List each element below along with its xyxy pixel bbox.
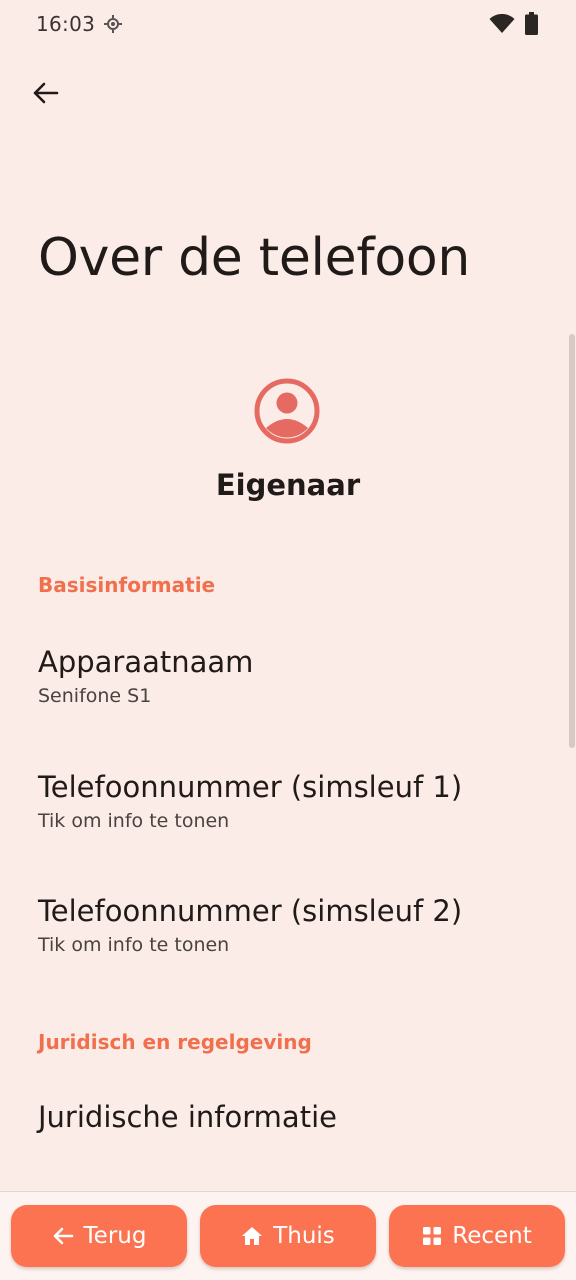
location-icon: [104, 15, 122, 33]
item-subtitle: Senifone S1: [38, 685, 152, 707]
item-subtitle: Tik om info te tonen: [38, 934, 230, 956]
item-title: Telefoonnummer (simsleuf 1): [38, 770, 463, 804]
nav-home-label: Thuis: [273, 1223, 335, 1249]
bottom-nav: Terug Thuis Recent: [0, 1191, 576, 1280]
list-item-phone-sim2[interactable]: Telefoonnummer (simsleuf 2) Tik om info …: [0, 893, 560, 959]
home-icon: [242, 1227, 263, 1245]
battery-icon: [525, 12, 538, 35]
item-title: Juridische informatie: [38, 1100, 337, 1134]
item-title: Telefoonnummer (simsleuf 2): [38, 894, 463, 928]
owner-name[interactable]: Eigenaar: [0, 468, 576, 502]
arrow-left-icon: [33, 82, 59, 104]
nav-recent-button[interactable]: Recent: [389, 1205, 565, 1267]
grid-icon: [423, 1227, 442, 1245]
wifi-icon: [489, 14, 515, 33]
nav-back-button[interactable]: Terug: [11, 1205, 187, 1267]
list-item-device-name[interactable]: Apparaatnaam Senifone S1: [0, 644, 560, 710]
section-header-legal: Juridisch en regelgeving: [38, 1030, 312, 1054]
page-title: Over de telefoon: [38, 228, 471, 288]
item-subtitle: Tik om info te tonen: [38, 810, 230, 832]
account-circle-icon[interactable]: [254, 378, 320, 444]
nav-back-label: Terug: [83, 1223, 147, 1249]
status-time: 16:03: [36, 12, 96, 36]
nav-recent-label: Recent: [452, 1223, 532, 1249]
scrollbar[interactable]: [569, 334, 575, 748]
list-item-phone-sim1[interactable]: Telefoonnummer (simsleuf 1) Tik om info …: [0, 769, 560, 835]
status-bar: 16:03: [0, 0, 576, 50]
arrow-left-icon: [53, 1227, 73, 1245]
nav-home-button[interactable]: Thuis: [200, 1205, 376, 1267]
section-header-basic: Basisinformatie: [38, 573, 216, 597]
about-phone-screen: 16:03 Over de telefoon Eigenaar Basisinf…: [0, 0, 576, 1280]
list-item-legal-info[interactable]: Juridische informatie: [0, 1099, 560, 1135]
item-title: Apparaatnaam: [38, 645, 254, 679]
back-button[interactable]: [22, 70, 68, 116]
